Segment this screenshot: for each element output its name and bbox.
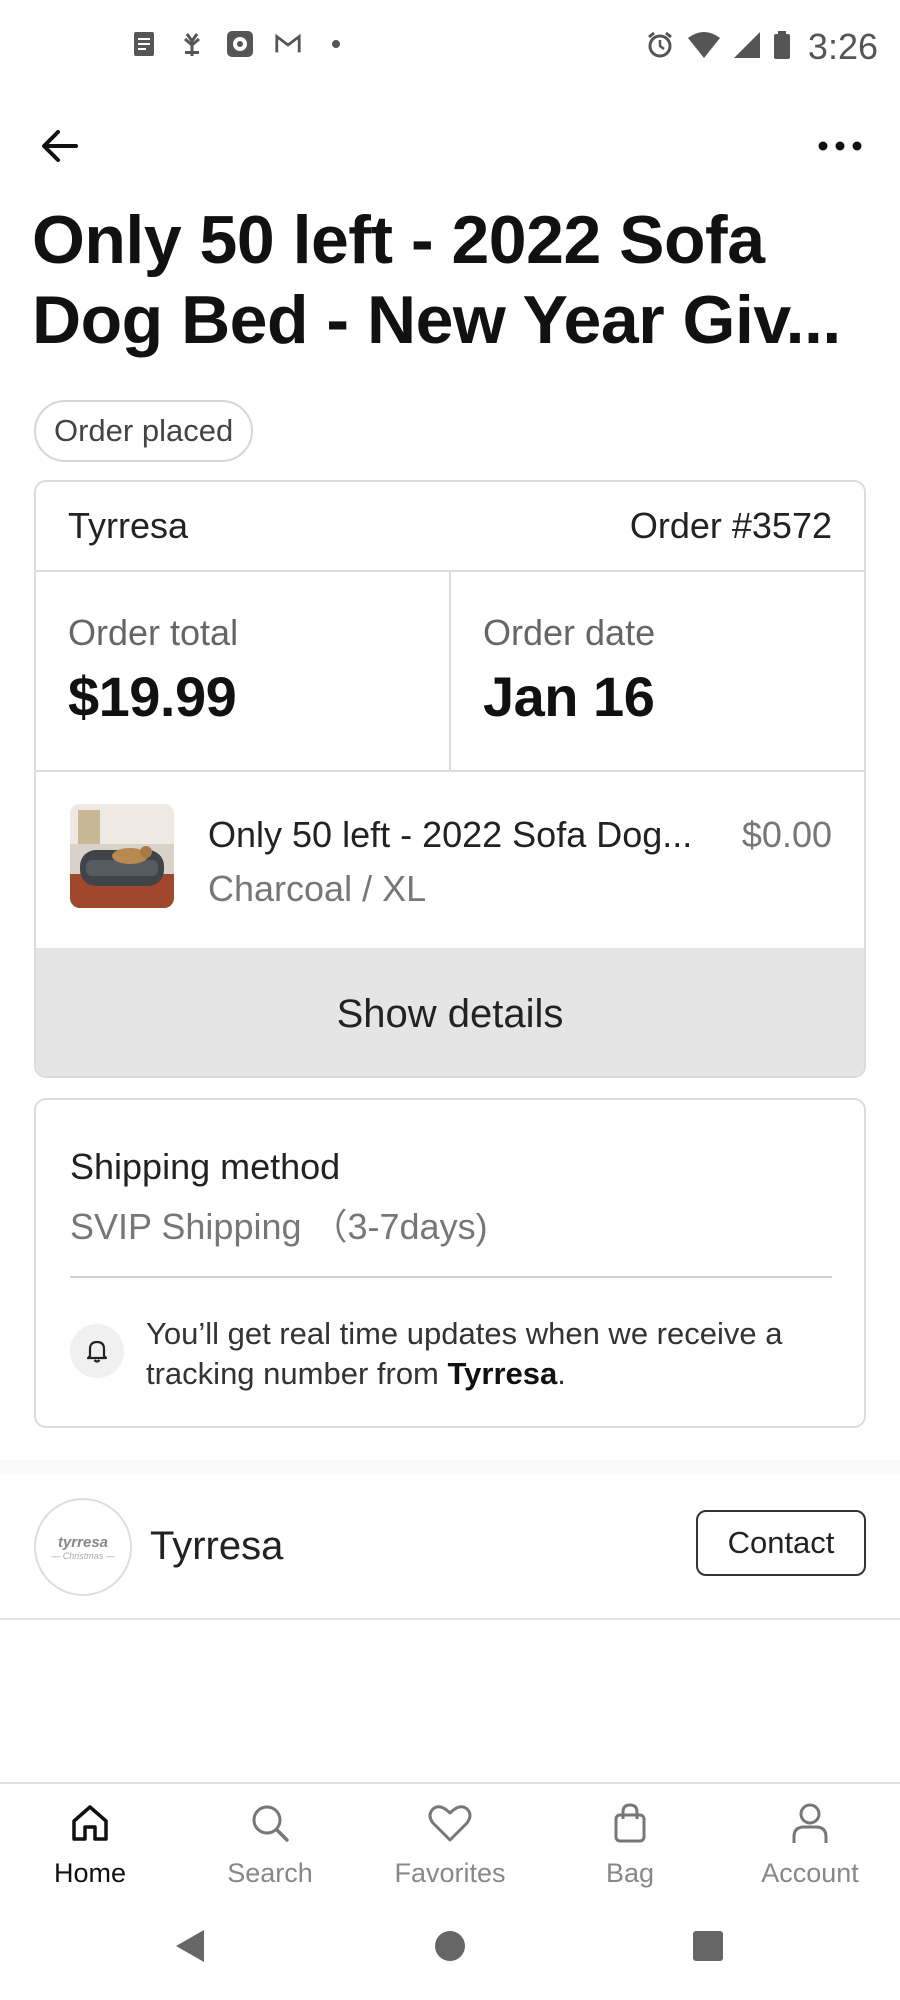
document-icon — [130, 30, 158, 58]
store-name: Tyrresa — [68, 505, 189, 546]
back-button[interactable] — [34, 120, 86, 172]
home-icon — [67, 1800, 113, 1846]
shipping-card: Shipping method SVIP Shipping （3-7days) … — [34, 1098, 866, 1428]
triangle-back-icon — [176, 1930, 204, 1962]
tracking-note-store: Tyrresa — [447, 1356, 558, 1391]
notification-icons — [130, 30, 350, 58]
product-thumbnail — [70, 804, 174, 908]
system-recents-button[interactable] — [688, 1926, 728, 1966]
seller-row: tyrresa — Christmas — Tyrresa Contact — [0, 1460, 900, 1620]
person-icon — [787, 1800, 833, 1846]
heart-icon — [427, 1800, 473, 1846]
nav-favorites[interactable]: Favorites — [360, 1784, 540, 1892]
page-title: Only 50 left - 2022 Sofa Dog Bed - New Y… — [32, 202, 841, 358]
status-bar: 3:26 — [0, 0, 900, 96]
alarm-icon — [646, 31, 674, 64]
system-back-button[interactable] — [170, 1926, 210, 1966]
order-total-label: Order total — [68, 612, 239, 653]
product-price: $0.00 — [741, 814, 832, 855]
order-total-cell: Order total $19.99 — [36, 572, 449, 770]
more-options-button[interactable] — [810, 120, 870, 172]
dot-icon — [322, 30, 350, 58]
seller-logo-text: tyrresa — [57, 1533, 109, 1551]
system-icons: 3:26 — [646, 26, 878, 68]
order-date-cell: Order date Jan 16 — [449, 572, 864, 770]
photo-icon — [226, 30, 254, 58]
nav-search-label: Search — [227, 1858, 313, 1888]
product-variant: Charcoal / XL — [208, 868, 427, 909]
nav-search[interactable]: Search — [180, 1784, 360, 1892]
tracking-note: You’ll get real time updates when we rec… — [146, 1314, 836, 1394]
nav-home-label: Home — [53, 1858, 127, 1888]
seller-logo-subtext: — Christmas — — [51, 1550, 115, 1561]
order-item[interactable]: Only 50 left - 2022 Sofa Dog... $0.00 Ch… — [36, 772, 864, 948]
nav-bag-label: Bag — [605, 1858, 655, 1888]
seller-name[interactable]: Tyrresa — [150, 1524, 283, 1569]
shipping-method-label: Shipping method — [70, 1146, 341, 1187]
order-number: Order #3572 — [629, 505, 832, 546]
signal-icon — [733, 31, 760, 63]
search-icon — [247, 1800, 293, 1846]
clock: 3:26 — [807, 26, 878, 67]
circle-home-icon — [435, 1931, 465, 1961]
system-navigation-bar — [0, 1892, 900, 2000]
bell-icon — [70, 1324, 124, 1378]
order-date-label: Order date — [483, 612, 656, 653]
system-home-button[interactable] — [430, 1926, 470, 1966]
battery-icon — [773, 30, 790, 64]
order-total-value: $19.99 — [68, 665, 237, 728]
order-summary: Order total $19.99 Order date Jan 16 — [36, 572, 864, 772]
bag-icon — [607, 1800, 653, 1846]
gmail-icon — [274, 30, 302, 58]
order-header: Tyrresa Order #3572 — [36, 482, 864, 572]
nav-bag[interactable]: Bag — [540, 1784, 720, 1892]
shipping-method-value: SVIP Shipping （3-7days) — [70, 1206, 488, 1247]
nav-account[interactable]: Account — [720, 1784, 900, 1892]
more-dots-icon — [818, 141, 862, 151]
show-details-button[interactable]: Show details — [36, 948, 864, 1076]
arrow-left-icon — [42, 130, 78, 162]
nav-favorites-label: Favorites — [394, 1858, 506, 1888]
contact-button[interactable]: Contact — [696, 1510, 866, 1576]
nav-account-label: Account — [761, 1858, 859, 1888]
plant-icon — [178, 30, 206, 58]
order-card: Tyrresa Order #3572 Order total $19.99 O… — [34, 480, 866, 1078]
seller-logo[interactable]: tyrresa — Christmas — — [34, 1498, 132, 1596]
divider — [70, 1276, 832, 1278]
order-status-badge: Order placed — [34, 400, 254, 462]
nav-home[interactable]: Home — [0, 1784, 180, 1892]
order-date-value: Jan 16 — [483, 665, 655, 728]
square-recents-icon — [693, 1931, 723, 1961]
tracking-note-end: . — [557, 1356, 566, 1391]
bottom-navigation: Home Search Favorites Bag Account — [0, 1782, 900, 1892]
wifi-icon — [687, 31, 720, 63]
product-name: Only 50 left - 2022 Sofa Dog... — [208, 814, 693, 855]
